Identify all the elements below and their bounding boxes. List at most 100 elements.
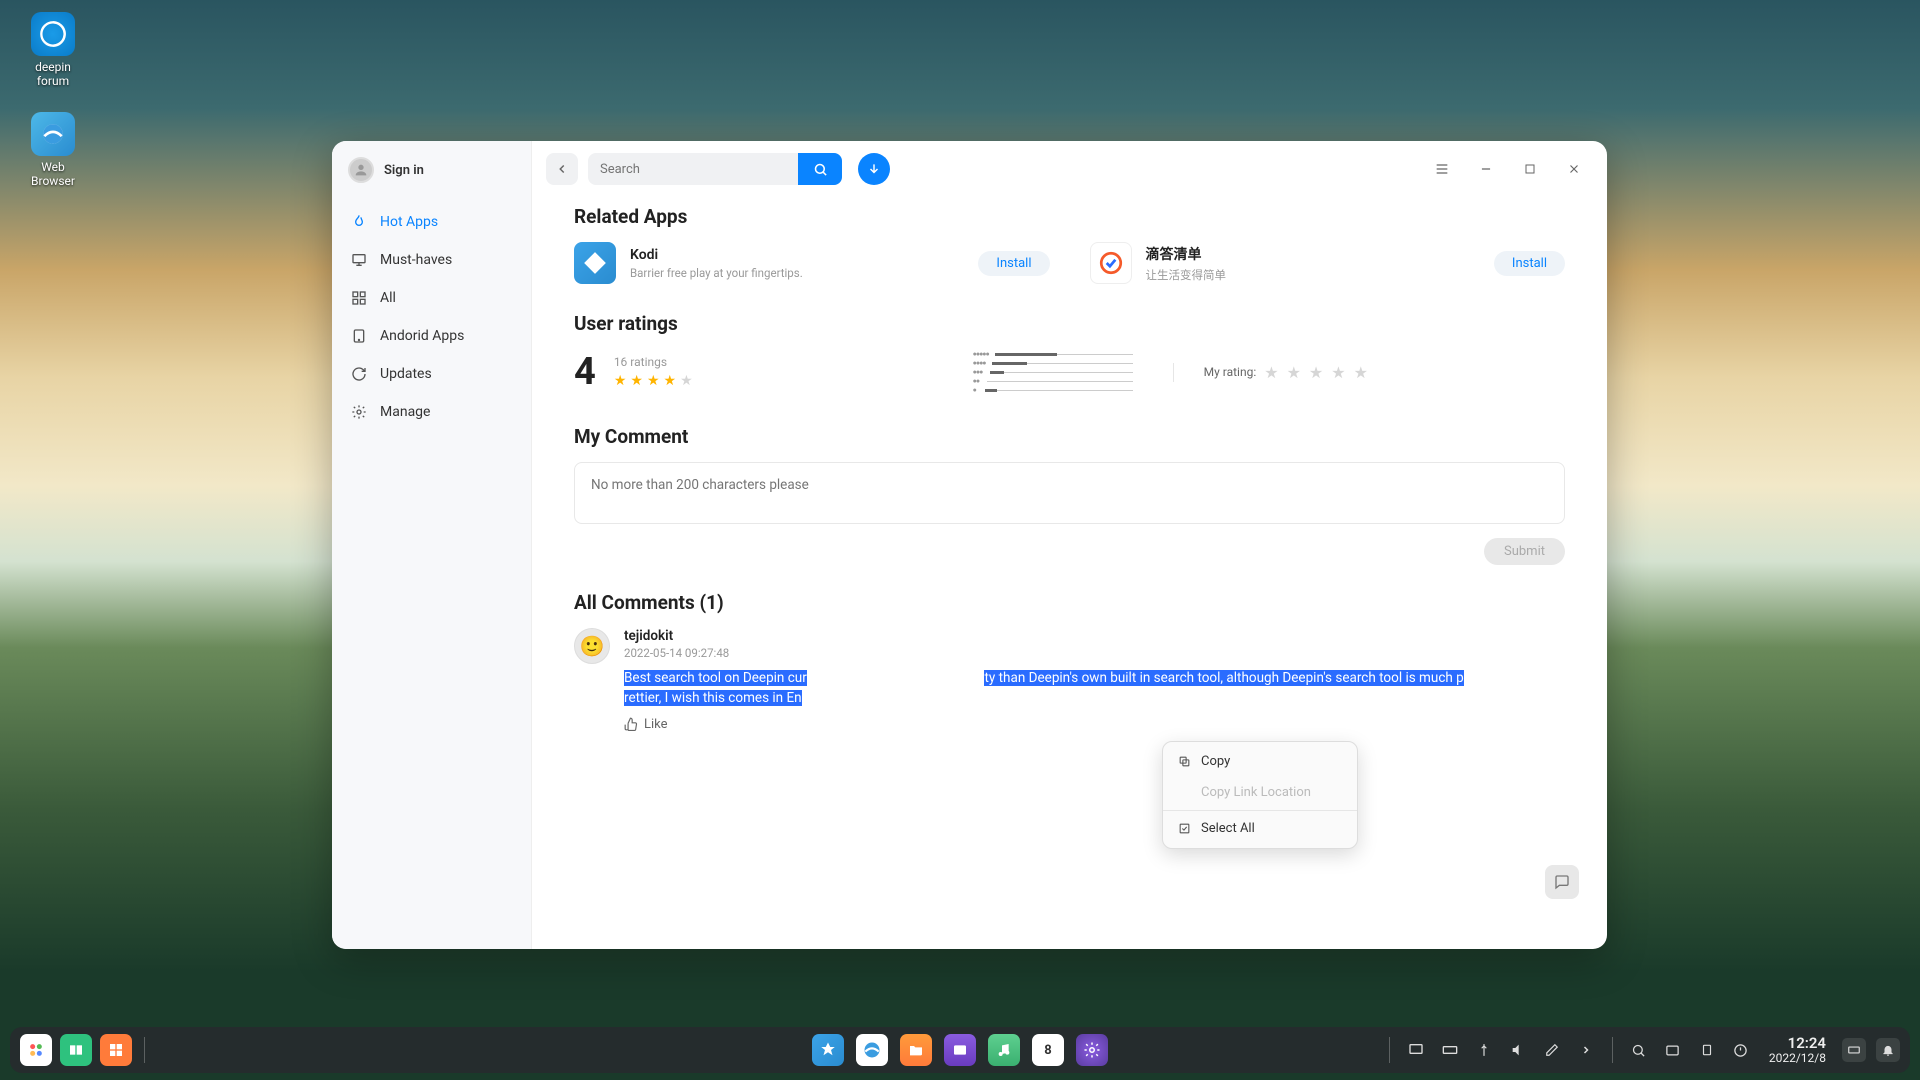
tray-usb-icon[interactable] <box>1472 1038 1496 1062</box>
sidebar-item-android-apps[interactable]: Andorid Apps <box>332 317 531 355</box>
star-button[interactable]: ★ <box>1354 363 1368 382</box>
monitor-icon <box>350 251 368 269</box>
tray-power-icon[interactable] <box>1729 1038 1753 1062</box>
sidebar-item-updates[interactable]: Updates <box>332 355 531 393</box>
sidebar-item-hot-apps[interactable]: Hot Apps <box>332 203 531 241</box>
taskbar-app-store[interactable] <box>812 1034 844 1066</box>
feedback-button[interactable] <box>1545 865 1579 899</box>
comment-username: tejidokit <box>624 628 1565 644</box>
profile-signin[interactable]: Sign in <box>332 141 531 203</box>
related-app-dida[interactable]: 滴答清单 让生活变得简单 Install <box>1090 242 1566 284</box>
ctx-copy-link: Copy Link Location <box>1163 777 1357 808</box>
app-store-window: Sign in Hot Apps Must-haves All Andorid … <box>332 141 1607 949</box>
tray-keyboard-layout-icon[interactable] <box>1842 1038 1866 1062</box>
tray-chevron-icon[interactable] <box>1574 1038 1598 1062</box>
star-button[interactable]: ★ <box>1287 363 1301 382</box>
launcher-button[interactable] <box>20 1034 52 1066</box>
back-button[interactable] <box>546 153 578 185</box>
like-button[interactable]: Like <box>624 717 1565 732</box>
desktop-icon-web-browser[interactable]: Web Browser <box>18 112 88 188</box>
tray-edit-icon[interactable] <box>1540 1038 1564 1062</box>
copy-icon <box>1177 755 1191 769</box>
dida-icon <box>1090 242 1132 284</box>
avatar-icon <box>348 157 374 183</box>
taskbar-separator <box>1612 1037 1613 1063</box>
ctx-copy[interactable]: Copy <box>1163 746 1357 777</box>
tray-screenshot-icon[interactable] <box>1661 1038 1685 1062</box>
clock-date: 2022/12/8 <box>1769 1052 1826 1065</box>
install-button[interactable]: Install <box>978 251 1049 276</box>
my-rating: My rating: ★ ★ ★ ★ ★ <box>1173 363 1368 382</box>
rating-stars: ★ ★ ★ ★ ★ <box>614 373 693 389</box>
content-scroll[interactable]: Related Apps Kodi Barrier free play at y… <box>532 189 1607 949</box>
tray-keyboard-icon[interactable] <box>1438 1038 1462 1062</box>
tray-clipboard-icon[interactable] <box>1695 1038 1719 1062</box>
star-button[interactable]: ★ <box>1264 363 1278 382</box>
tray-search-icon[interactable] <box>1627 1038 1651 1062</box>
main-panel: Related Apps Kodi Barrier free play at y… <box>532 141 1607 949</box>
ctx-select-all[interactable]: Select All <box>1163 813 1357 844</box>
nav-label: All <box>380 290 396 306</box>
sidebar-item-all[interactable]: All <box>332 279 531 317</box>
tray-notifications-icon[interactable] <box>1876 1038 1900 1062</box>
deepin-logo-icon <box>31 12 75 56</box>
ctx-label: Select All <box>1201 821 1255 836</box>
menu-button[interactable] <box>1433 160 1451 178</box>
nav-label: Hot Apps <box>380 214 438 230</box>
taskbar: 8 12:24 2022/12/8 <box>10 1027 1910 1073</box>
submit-button[interactable]: Submit <box>1484 538 1565 565</box>
like-label: Like <box>644 717 668 732</box>
related-app-kodi[interactable]: Kodi Barrier free play at your fingertip… <box>574 242 1050 284</box>
flame-icon <box>350 213 368 231</box>
rating-histogram: ●●●●● ●●●● ●●● ●● ● <box>973 349 1133 395</box>
taskbar-calendar[interactable]: 8 <box>1032 1034 1064 1066</box>
desktop-icon-deepin-forum[interactable]: deepin forum <box>18 12 88 88</box>
maximize-button[interactable] <box>1521 160 1539 178</box>
star-button[interactable]: ★ <box>1331 363 1345 382</box>
section-my-comment: My Comment <box>574 425 1565 448</box>
ctx-label: Copy Link Location <box>1201 785 1311 800</box>
desktop-icon-label: deepin forum <box>18 60 88 88</box>
taskbar-music[interactable] <box>988 1034 1020 1066</box>
close-button[interactable] <box>1565 160 1583 178</box>
taskbar-settings[interactable] <box>1076 1034 1108 1066</box>
downloads-button[interactable] <box>858 153 890 185</box>
taskbar-image-viewer[interactable] <box>944 1034 976 1066</box>
comment-item: 🙂 tejidokit 2022-05-14 09:27:48 Best sea… <box>574 628 1565 732</box>
taskbar-files[interactable] <box>900 1034 932 1066</box>
app-name: 滴答清单 <box>1146 244 1480 264</box>
star-icon: ★ <box>614 373 627 389</box>
minimize-button[interactable] <box>1477 160 1495 178</box>
install-button[interactable]: Install <box>1494 251 1565 276</box>
workspace-button[interactable] <box>100 1034 132 1066</box>
rating-count: 16 ratings <box>614 355 693 369</box>
comment-textarea[interactable] <box>574 462 1565 524</box>
multitask-button[interactable] <box>60 1034 92 1066</box>
rating-score: 4 <box>574 350 596 394</box>
sidebar: Sign in Hot Apps Must-haves All Andorid … <box>332 141 532 949</box>
nav-label: Manage <box>380 404 430 420</box>
nav-label: Updates <box>380 366 432 382</box>
taskbar-clock[interactable]: 12:24 2022/12/8 <box>1763 1035 1832 1065</box>
tray-volume-icon[interactable] <box>1506 1038 1530 1062</box>
browser-icon <box>31 112 75 156</box>
star-button[interactable]: ★ <box>1309 363 1323 382</box>
desktop-icon-label: Web Browser <box>18 160 88 188</box>
tray-desktop-icon[interactable] <box>1404 1038 1428 1062</box>
app-name: Kodi <box>630 247 964 263</box>
kodi-icon <box>574 242 616 284</box>
select-all-icon <box>1177 822 1191 836</box>
star-icon: ★ <box>664 373 677 389</box>
comment-text[interactable]: Best search tool on Deepin currently, mu… <box>624 668 1565 709</box>
sidebar-item-manage[interactable]: Manage <box>332 393 531 431</box>
nav-label: Andorid Apps <box>380 328 464 344</box>
taskbar-separator <box>144 1037 145 1063</box>
signin-label: Sign in <box>384 163 424 178</box>
search-input[interactable] <box>588 153 798 185</box>
search-wrap <box>588 153 842 185</box>
sidebar-item-must-haves[interactable]: Must-haves <box>332 241 531 279</box>
search-button[interactable] <box>798 153 842 185</box>
topbar <box>532 141 1607 189</box>
star-icon: ★ <box>630 373 643 389</box>
taskbar-browser[interactable] <box>856 1034 888 1066</box>
